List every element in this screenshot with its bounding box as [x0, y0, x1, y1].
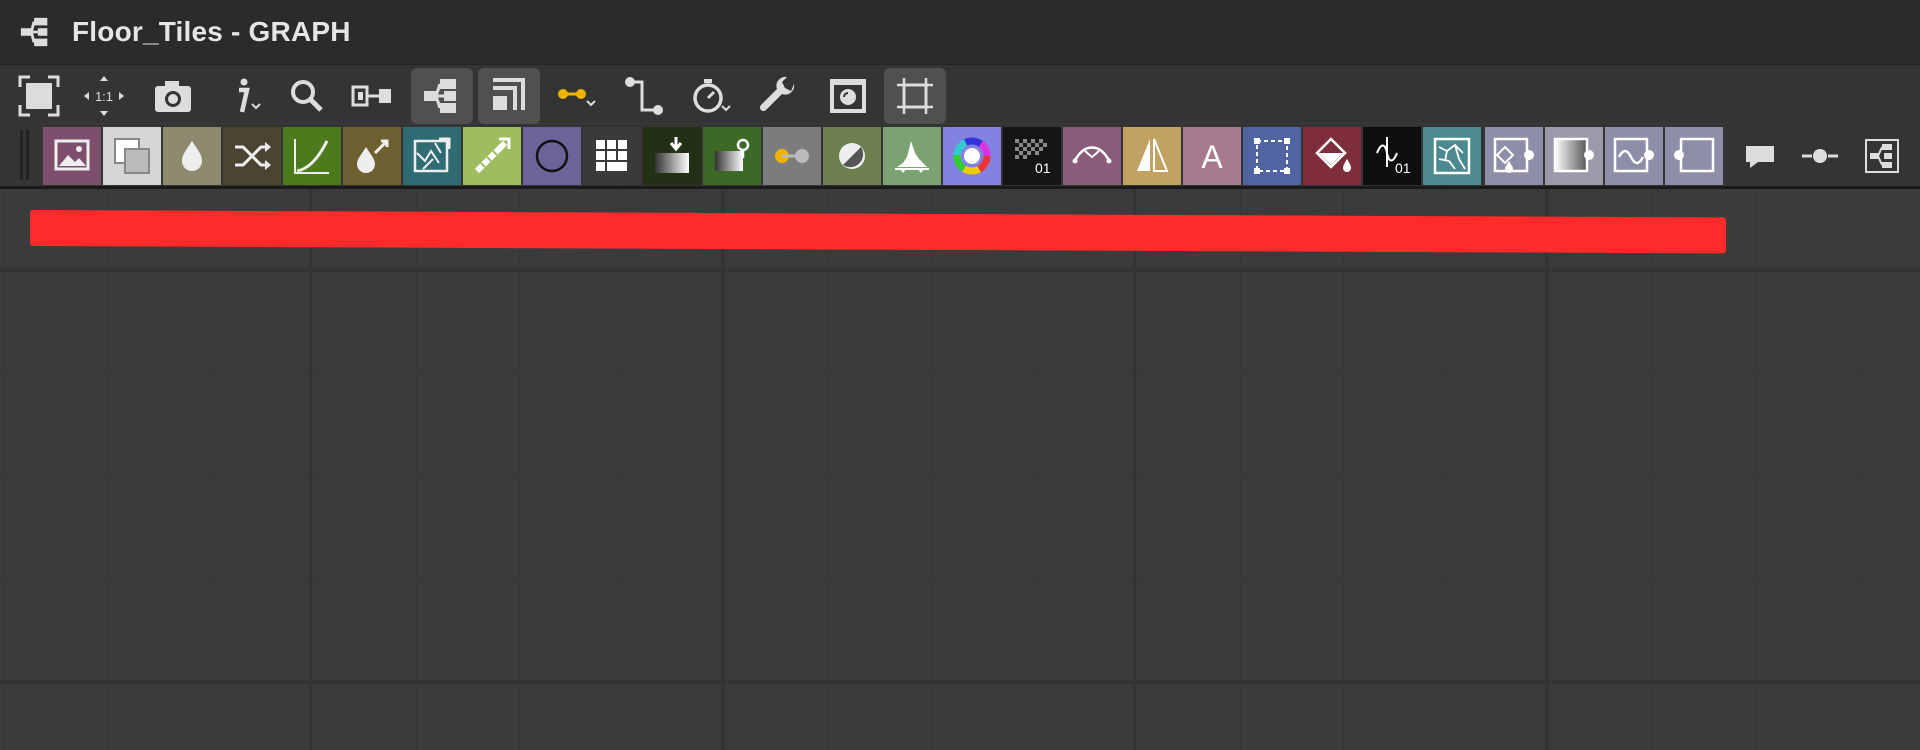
text-node-label: A	[1201, 139, 1223, 175]
pattern-node-icon[interactable]	[1423, 127, 1481, 185]
levels-drop-node-icon[interactable]	[163, 127, 221, 185]
text-node-icon[interactable]: A	[1183, 127, 1241, 185]
hsl-node-icon[interactable]	[943, 127, 1001, 185]
function-input-node-icon[interactable]	[1485, 127, 1543, 185]
connector-icon[interactable]	[341, 68, 403, 124]
blend-node-icon[interactable]	[103, 127, 161, 185]
noise-node-label: 01	[1035, 160, 1051, 176]
warp-node-icon[interactable]	[403, 127, 461, 185]
graph-layout-icon[interactable]	[411, 68, 473, 124]
node-library-toolbar: 01 A 01	[0, 124, 1920, 189]
frame-selection-icon[interactable]	[884, 68, 946, 124]
preview-window-icon[interactable]	[817, 68, 879, 124]
bezier-node-icon[interactable]	[1063, 127, 1121, 185]
title-bar: Floor_Tiles - GRAPH	[0, 0, 1920, 65]
timer-icon[interactable]	[679, 68, 741, 124]
graph-icon	[18, 14, 54, 50]
grayscale-node-icon[interactable]	[823, 127, 881, 185]
shuffle-node-icon[interactable]	[223, 127, 281, 185]
bitmap-node-icon[interactable]	[43, 127, 101, 185]
graph-canvas[interactable]	[0, 189, 1920, 750]
histogram-node-icon[interactable]	[883, 127, 941, 185]
function-output-node-icon[interactable]	[1665, 127, 1723, 185]
input-node-icon[interactable]	[643, 127, 701, 185]
grid-node-icon[interactable]	[583, 127, 641, 185]
window-title: Floor_Tiles - GRAPH	[72, 16, 351, 47]
fill-node-icon[interactable]	[1303, 127, 1361, 185]
pin-dot-icon[interactable]	[1791, 127, 1849, 185]
graph-toolbar: 1:1	[0, 65, 1920, 124]
color-pick-node-icon[interactable]	[343, 127, 401, 185]
graph-small-icon[interactable]	[1853, 127, 1911, 185]
connection-style-icon[interactable]	[613, 68, 675, 124]
circle-shape-node-icon[interactable]	[523, 127, 581, 185]
function-curve-node-icon[interactable]	[1605, 127, 1663, 185]
gradient-node-icon[interactable]	[463, 127, 521, 185]
link-dropdown-icon[interactable]	[546, 68, 608, 124]
function-gradient-node-icon[interactable]	[1545, 127, 1603, 185]
value-node-icon[interactable]	[763, 127, 821, 185]
noise-node-icon[interactable]: 01	[1003, 127, 1061, 185]
comment-icon[interactable]	[1731, 127, 1789, 185]
svg-text:1:1: 1:1	[95, 89, 113, 104]
stack-frames-icon[interactable]	[478, 68, 540, 124]
curve-node-icon[interactable]	[283, 127, 341, 185]
wrench-icon[interactable]	[747, 68, 809, 124]
fx-map-node-label: 01	[1395, 160, 1411, 176]
transform-node-icon[interactable]	[1243, 127, 1301, 185]
screenshot-camera-icon[interactable]	[142, 68, 204, 124]
fx-map-node-icon[interactable]: 01	[1363, 127, 1421, 185]
zoom-1-1-icon[interactable]: 1:1	[73, 68, 135, 124]
frame-all-icon[interactable]	[8, 68, 70, 124]
toolbar-grip[interactable]	[20, 130, 34, 180]
output-node-icon[interactable]	[703, 127, 761, 185]
search-icon[interactable]	[276, 68, 338, 124]
annotation-highlight-bar	[29, 210, 1727, 254]
info-icon[interactable]	[215, 68, 277, 124]
mirror-node-icon[interactable]	[1123, 127, 1181, 185]
